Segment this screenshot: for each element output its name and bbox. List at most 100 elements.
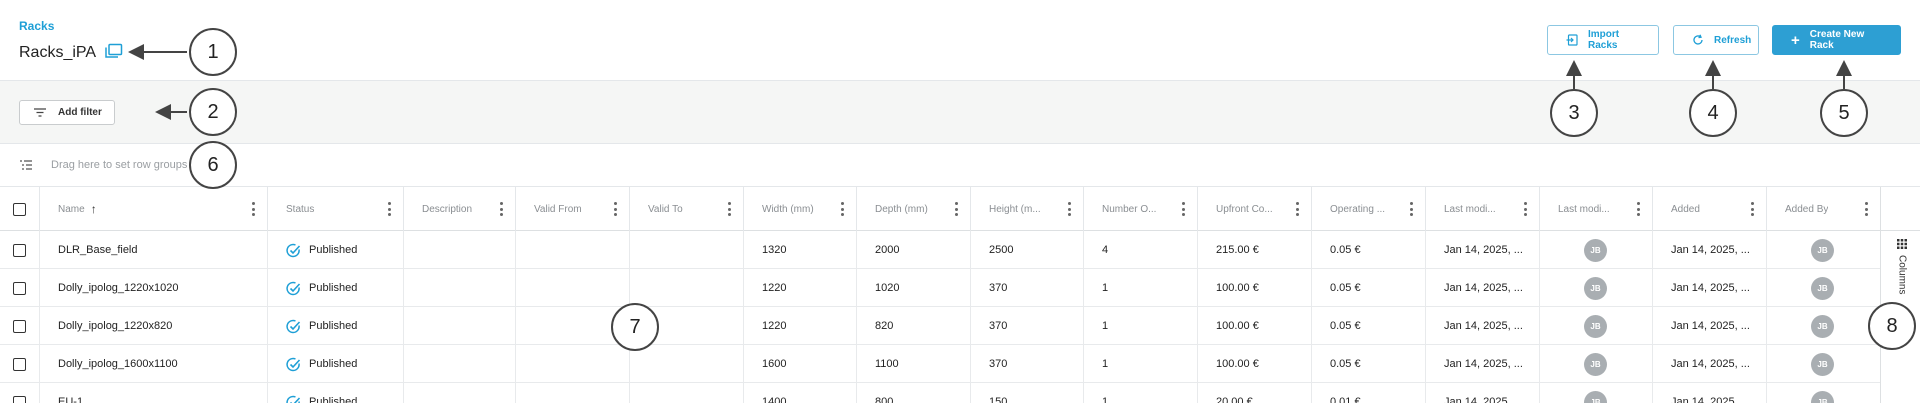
column-header-label: Valid From bbox=[534, 203, 582, 215]
column-menu-icon[interactable] bbox=[1864, 202, 1868, 216]
avatar[interactable]: JB bbox=[1811, 390, 1834, 403]
status-badge: Published bbox=[286, 243, 357, 258]
table-row[interactable]: Dolly_ipolog_1600x1100 Published 1600 1100 3… bbox=[0, 345, 1880, 383]
cell-name: Dolly_ipolog_1600x1100 bbox=[40, 345, 268, 383]
row-checkbox[interactable] bbox=[13, 357, 26, 371]
cell-operating-cost: 0.05 € bbox=[1312, 231, 1426, 269]
cell-last-modified-by: JB bbox=[1540, 231, 1653, 269]
cell-added-by: JB bbox=[1767, 345, 1880, 383]
column-menu-icon[interactable] bbox=[840, 202, 844, 216]
cell-added: Jan 14, 2025, ... bbox=[1653, 307, 1767, 345]
select-all-checkbox[interactable] bbox=[13, 202, 26, 216]
column-header-last-modified-by[interactable]: Last modi... bbox=[1540, 187, 1653, 231]
cell-name-text: Dolly_ipolog_1220x820 bbox=[58, 320, 173, 332]
column-header-last-modified[interactable]: Last modi... bbox=[1426, 187, 1540, 231]
cell-operating-cost-text: 0.05 € bbox=[1330, 282, 1361, 294]
column-menu-icon[interactable] bbox=[1181, 202, 1185, 216]
status-text: Published bbox=[309, 244, 358, 256]
row-checkbox[interactable] bbox=[13, 395, 26, 403]
column-header-height[interactable]: Height (m... bbox=[971, 187, 1084, 231]
avatar[interactable]: JB bbox=[1584, 276, 1607, 300]
column-header-status[interactable]: Status bbox=[268, 187, 404, 231]
sort-ascending-icon[interactable]: ↑ bbox=[91, 202, 97, 216]
column-header-added-by[interactable]: Added By bbox=[1767, 187, 1880, 231]
cell-name-text: Dolly_ipolog_1600x1100 bbox=[58, 358, 178, 370]
avatar[interactable]: JB bbox=[1584, 314, 1607, 338]
cell-depth: 820 bbox=[857, 307, 971, 345]
racks-table: Name ↑ Status Description Valid From Val… bbox=[0, 187, 1880, 403]
table-row[interactable]: Dolly_ipolog_1220x1020 Published 1220 1020 3… bbox=[0, 269, 1880, 307]
column-header-label: Height (m... bbox=[989, 203, 1041, 215]
published-check-icon bbox=[286, 357, 301, 371]
refresh-button[interactable]: Refresh bbox=[1673, 25, 1759, 55]
column-header-label: Added bbox=[1671, 203, 1700, 215]
cell-height: 370 bbox=[971, 269, 1084, 307]
folders-icon[interactable] bbox=[104, 43, 123, 59]
callout-6: 6 bbox=[189, 141, 237, 189]
column-header-label: Width (mm) bbox=[762, 203, 814, 215]
cell-valid-to bbox=[630, 269, 744, 307]
column-header-depth[interactable]: Depth (mm) bbox=[857, 187, 971, 231]
column-menu-icon[interactable] bbox=[1750, 202, 1754, 216]
column-header-width[interactable]: Width (mm) bbox=[744, 187, 857, 231]
avatar[interactable]: JB bbox=[1584, 352, 1607, 376]
column-menu-icon[interactable] bbox=[954, 202, 958, 216]
avatar[interactable]: JB bbox=[1811, 314, 1834, 338]
column-header-valid-from[interactable]: Valid From bbox=[516, 187, 630, 231]
select-all-cell bbox=[0, 187, 40, 231]
column-header-name[interactable]: Name ↑ bbox=[40, 187, 268, 231]
row-checkbox[interactable] bbox=[13, 243, 26, 257]
import-racks-button[interactable]: Import Racks bbox=[1547, 25, 1659, 55]
column-menu-icon[interactable] bbox=[1523, 202, 1527, 216]
column-header-label: Number O... bbox=[1102, 203, 1157, 215]
column-menu-icon[interactable] bbox=[1636, 202, 1640, 216]
cell-name: EU-1 bbox=[40, 383, 268, 403]
columns-grid-icon bbox=[1897, 239, 1907, 249]
cell-description bbox=[404, 269, 516, 307]
column-menu-icon[interactable] bbox=[1067, 202, 1071, 216]
table-row[interactable]: EU-1 Published 1400 800 150 1 20.00 € 0.01 € Jan… bbox=[0, 383, 1880, 403]
avatar[interactable]: JB bbox=[1584, 238, 1607, 262]
published-check-icon bbox=[286, 395, 301, 403]
avatar[interactable]: JB bbox=[1811, 276, 1834, 300]
column-menu-icon[interactable] bbox=[387, 202, 391, 216]
callout-8: 8 bbox=[1868, 302, 1916, 350]
column-header-operating-cost[interactable]: Operating ... bbox=[1312, 187, 1426, 231]
column-menu-icon[interactable] bbox=[251, 202, 255, 216]
cell-description bbox=[404, 307, 516, 345]
avatar[interactable]: JB bbox=[1584, 390, 1607, 403]
column-header-number[interactable]: Number O... bbox=[1084, 187, 1198, 231]
column-header-valid-to[interactable]: Valid To bbox=[630, 187, 744, 231]
column-menu-icon[interactable] bbox=[499, 202, 503, 216]
row-select-cell bbox=[0, 269, 40, 307]
cell-name: Dolly_ipolog_1220x1020 bbox=[40, 269, 268, 307]
cell-number: 1 bbox=[1084, 345, 1198, 383]
cell-number: 4 bbox=[1084, 231, 1198, 269]
column-menu-icon[interactable] bbox=[1409, 202, 1413, 216]
row-checkbox[interactable] bbox=[13, 281, 26, 295]
column-header-label: Added By bbox=[1785, 203, 1829, 215]
breadcrumb-racks[interactable]: Racks bbox=[19, 19, 54, 33]
column-header-description[interactable]: Description bbox=[404, 187, 516, 231]
row-checkbox[interactable] bbox=[13, 319, 26, 333]
column-menu-icon[interactable] bbox=[1295, 202, 1299, 216]
refresh-icon bbox=[1693, 34, 1703, 45]
avatar[interactable]: JB bbox=[1811, 238, 1834, 262]
create-new-rack-button[interactable]: + Create New Rack bbox=[1772, 25, 1901, 55]
status-text: Published bbox=[309, 320, 358, 332]
column-header-label: Last modi... bbox=[1444, 203, 1496, 215]
import-icon bbox=[1566, 34, 1578, 46]
add-filter-button[interactable]: Add filter bbox=[19, 100, 115, 125]
column-menu-icon[interactable] bbox=[727, 202, 731, 216]
table-row[interactable]: DLR_Base_field Published 1320 2000 2500 4 215.… bbox=[0, 231, 1880, 269]
cell-last-modified: Jan 14, 2025, ... bbox=[1426, 345, 1540, 383]
column-header-upfront-cost[interactable]: Upfront Co... bbox=[1198, 187, 1312, 231]
column-header-added[interactable]: Added bbox=[1653, 187, 1767, 231]
cell-depth-text: 820 bbox=[875, 320, 894, 332]
row-groups-bar[interactable]: Drag here to set row groups bbox=[0, 144, 1920, 187]
column-menu-icon[interactable] bbox=[613, 202, 617, 216]
table-row[interactable]: Dolly_ipolog_1220x820 Published 1220 820 370… bbox=[0, 307, 1880, 345]
cell-upfront-cost: 100.00 € bbox=[1198, 345, 1312, 383]
avatar[interactable]: JB bbox=[1811, 352, 1834, 376]
status-text: Published bbox=[309, 358, 358, 370]
